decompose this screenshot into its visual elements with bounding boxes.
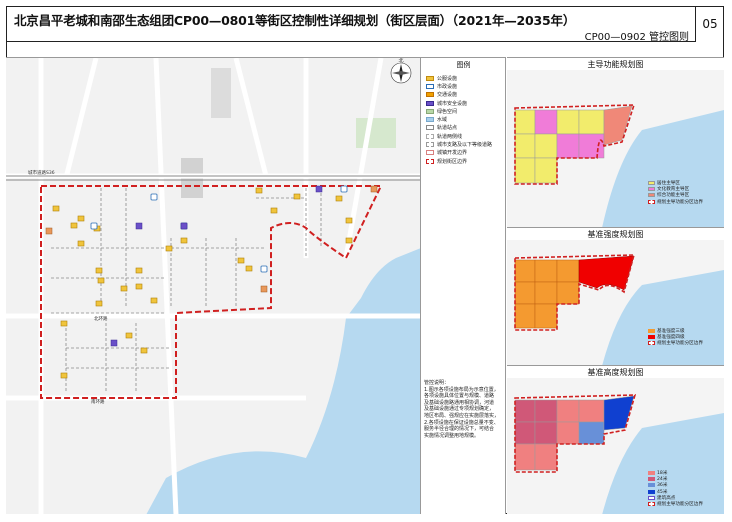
notes-line: 各项设施具体位置与规模、道路 (424, 393, 495, 400)
legend-label: 规划主导功能分区边界 (657, 199, 703, 205)
legend-item: 轨道两侧线 (426, 132, 506, 140)
legend-item: 城镇开发边界 (426, 149, 506, 157)
legend-swatch (426, 142, 434, 148)
legend-swatch (648, 477, 655, 482)
notes-line: 服务半径合理的情况下，可结合 (424, 426, 495, 433)
legend-swatch (426, 150, 434, 156)
sheet-subtitle: CP00—0902 管控图则 (584, 32, 689, 43)
legend-label: 市政设施 (437, 83, 458, 90)
green-space (211, 68, 231, 118)
legend-swatch (648, 187, 655, 192)
legend-item: 公服设施 (426, 74, 506, 82)
control-notes: 管控说明： 1.图示各项设施布局为示意位置， 各项设施具体位置与规模、道路 及基… (424, 380, 504, 439)
legend-swatch (648, 335, 655, 340)
legend-list: 公服设施 市政设施 交通设施 城市安全设施 绿色空间 水域 轨道站点 轨道两侧线… (426, 74, 506, 165)
legend-label: 交通设施 (437, 92, 458, 99)
legend-label: 36米 (657, 483, 668, 489)
legend-item: 交通设施 (426, 91, 506, 99)
road-label: 南环路 (91, 398, 105, 405)
legend-item: 规划街区边界 (426, 157, 506, 165)
panel-title: 主导功能规划图 (587, 60, 644, 69)
legend-label: 轨道两侧线 (437, 133, 463, 140)
legend-label: 基准强度三级 (657, 329, 685, 335)
legend-item: 城市支路及以下等级道路 (426, 140, 506, 148)
legend-label: 城市安全设施 (437, 100, 468, 107)
legend-label: 18米 (657, 471, 668, 477)
legend-swatch (426, 158, 434, 164)
green-space (356, 118, 396, 148)
legend-swatch (426, 125, 434, 131)
main-control-map[interactable]: 城市道路S36 北环路 南环路 北 (6, 57, 421, 514)
legend-label: 文化教育主导区 (657, 187, 690, 193)
legend-label: 城市支路及以下等级道路 (437, 142, 493, 149)
legend-label: 规划主导功能分区边界 (657, 502, 703, 508)
legend-label: 24米 (657, 477, 668, 483)
legend-label: 基准强度四级 (657, 335, 685, 341)
compass-north-label: 北 (399, 58, 404, 64)
legend-swatch (648, 181, 655, 186)
intensity-plan-panel[interactable]: 基准强度规划图 基准强度三级 基准强度四级 规划主导功能分区边界 (507, 227, 724, 365)
legend-item: 轨道站点 (426, 124, 506, 132)
legend-swatch (426, 83, 434, 89)
legend-swatch (648, 489, 655, 494)
panel-title: 基准强度规划图 (587, 230, 644, 239)
legend-swatch (426, 133, 434, 139)
sheet-title: 北京昌平老城和南邵生态组团CP00—0801等街区控制性详细规划（街区层面）（2… (14, 13, 576, 28)
legend-swatch (648, 341, 655, 346)
legend-label: 公服设施 (437, 75, 458, 82)
legend-label: 规划街区边界 (437, 158, 468, 165)
height-legend: 18米 24米 36米 45米 建筑高点 规划主导功能分区边界 (648, 470, 703, 507)
title-bar: 北京昌平老城和南邵生态组团CP00—0801等街区控制性详细规划（街区层面）（2… (6, 6, 695, 43)
legend-item: 市政设施 (426, 82, 506, 90)
legend-panel: 图例 公服设施 市政设施 交通设施 城市安全设施 绿色空间 水域 轨道站点 轨道… (421, 57, 506, 514)
legend-label: 居住主导区 (657, 181, 680, 187)
notes-line: 实施情况调整用地规模。 (424, 432, 480, 439)
panel-title: 基准高度规划图 (587, 368, 644, 377)
legend-label: 轨道站点 (437, 125, 458, 132)
height-plan-panel[interactable]: 基准高度规划图 18米 24米 36米 45米 建筑高点 规划主导功能分区边界 (507, 365, 724, 514)
function-legend: 居住主导区 文化教育主导区 综合功能主导区 规划主导功能分区边界 (648, 180, 703, 205)
function-plan-panel[interactable]: 主导功能规划图 居住主导区 文化教育主导区 综合功能主导区 规划主导功能分区边界 (507, 57, 724, 227)
legend-label: 综合功能主导区 (657, 193, 690, 199)
legend-swatch (648, 471, 655, 476)
legend-label: 规划主导功能分区边界 (657, 341, 703, 347)
legend-item: 绿色空间 (426, 107, 506, 115)
legend-swatch (648, 193, 655, 198)
legend-swatch (648, 502, 655, 507)
legend-title: 图例 (456, 61, 471, 69)
legend-label: 绿色空间 (437, 108, 458, 115)
notes-line: 及基础设施通过专项规划确定， (424, 406, 495, 413)
legend-swatch (648, 329, 655, 334)
legend-swatch (426, 92, 434, 98)
notes-line: 地区布局、强规应在实施层落实， (424, 412, 500, 419)
legend-swatch (426, 117, 434, 123)
page-number: 05 (695, 6, 724, 42)
legend-label: 水域 (437, 117, 448, 124)
map-canvas: 城市道路S36 北环路 南环路 北 (6, 58, 420, 514)
intensity-legend: 基准强度三级 基准强度四级 规划主导功能分区边界 (648, 328, 703, 347)
legend-item: 城市安全设施 (426, 99, 506, 107)
legend-swatch (426, 100, 434, 106)
legend-swatch (648, 483, 655, 488)
road-label: 城市道路S36 (28, 169, 55, 176)
legend-label: 城镇开发边界 (437, 150, 468, 157)
legend-label: 45米 (657, 489, 668, 495)
legend-label: 建筑高点 (657, 495, 676, 501)
road-label: 北环路 (94, 315, 108, 322)
legend-swatch (426, 75, 434, 81)
notes-title: 管控说明： (424, 380, 450, 386)
legend-swatch (426, 108, 434, 114)
legend-item: 水域 (426, 115, 506, 123)
legend-swatch (648, 495, 655, 500)
legend-swatch (648, 199, 655, 204)
